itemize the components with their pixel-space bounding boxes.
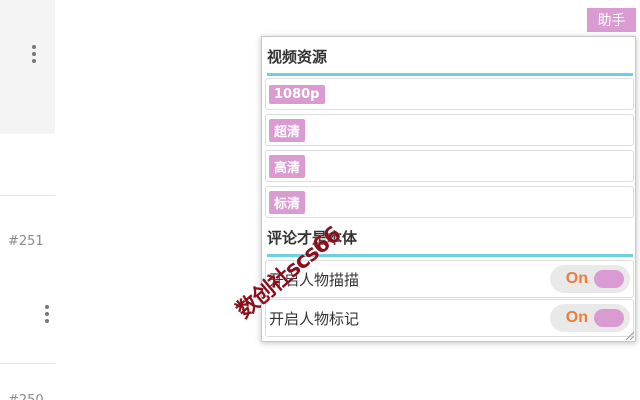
assistant-button[interactable]: 助手 xyxy=(587,8,636,32)
comment-section-title: 评论才是本体 xyxy=(267,227,633,257)
issue-number: #250 xyxy=(8,393,44,400)
video-option-standard[interactable]: 标清 xyxy=(265,186,634,218)
issue-number: #251 xyxy=(8,234,44,249)
toggle-row-character-mark[interactable]: 开启人物标记 On xyxy=(265,299,634,337)
video-option-tag: 超清 xyxy=(269,118,306,142)
toggle-row-character-trace[interactable]: 开启人物描描 On xyxy=(265,260,634,298)
resize-grip-icon[interactable] xyxy=(624,330,634,340)
video-section-title: 视频资源 xyxy=(267,46,633,76)
toggle-label: 开启人物描描 xyxy=(269,270,360,289)
video-option-tag: 高清 xyxy=(269,154,306,178)
video-option-super[interactable]: 超清 xyxy=(265,114,634,146)
toggle-state: On xyxy=(565,309,588,326)
background-card xyxy=(0,0,55,134)
video-option-tag: 1080p xyxy=(269,84,325,104)
page: #251 #250 助手 视频资源 1080p 超清 高清 标清 评论才是本体 … xyxy=(0,0,640,400)
toggle-state: On xyxy=(565,270,588,287)
more-options-icon[interactable] xyxy=(32,45,36,63)
video-option-1080p[interactable]: 1080p xyxy=(265,78,634,110)
list-divider xyxy=(0,363,55,364)
list-divider xyxy=(0,195,55,196)
video-option-tag: 标清 xyxy=(269,190,306,214)
toggle-knob xyxy=(594,309,624,327)
video-option-high[interactable]: 高清 xyxy=(265,150,634,182)
toggle-switch[interactable]: On xyxy=(550,265,630,293)
toggle-label: 开启人物标记 xyxy=(269,309,360,328)
assistant-panel: 视频资源 1080p 超清 高清 标清 评论才是本体 开启人物描描 On 开启人… xyxy=(261,36,636,342)
toggle-knob xyxy=(594,270,624,288)
more-options-icon[interactable] xyxy=(45,305,49,323)
toggle-switch[interactable]: On xyxy=(550,304,630,332)
